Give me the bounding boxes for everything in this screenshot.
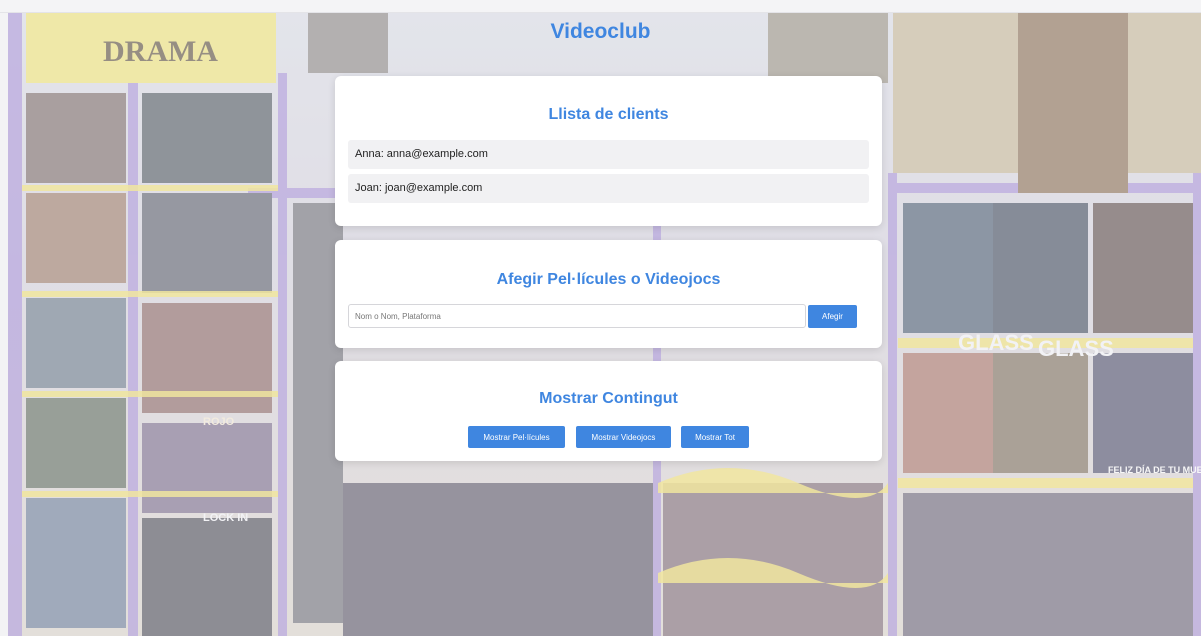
show-videogames-button[interactable]: Mostrar Videojocs bbox=[576, 426, 671, 448]
clients-heading: Llista de clients bbox=[548, 106, 669, 123]
add-button[interactable]: Afegir bbox=[808, 305, 857, 328]
add-heading: Afegir Pel·lícules o Videojocs bbox=[496, 271, 721, 288]
browser-top-strip bbox=[0, 0, 1201, 13]
show-content-card: Mostrar Contingut Mostrar Pel·lícules Mo… bbox=[335, 361, 882, 461]
show-all-button[interactable]: Mostrar Tot bbox=[681, 426, 749, 448]
show-heading: Mostrar Contingut bbox=[539, 390, 678, 407]
show-movies-button[interactable]: Mostrar Pel·lícules bbox=[468, 426, 565, 448]
clients-card: Llista de clients Anna: anna@example.com… bbox=[335, 76, 882, 226]
title-platform-input[interactable] bbox=[348, 304, 806, 328]
app-title: Videoclub bbox=[550, 20, 651, 43]
client-row: Joan: joan@example.com bbox=[348, 174, 869, 203]
client-row: Anna: anna@example.com bbox=[348, 140, 869, 169]
add-content-card: Afegir Pel·lícules o Videojocs Afegir bbox=[335, 240, 882, 348]
